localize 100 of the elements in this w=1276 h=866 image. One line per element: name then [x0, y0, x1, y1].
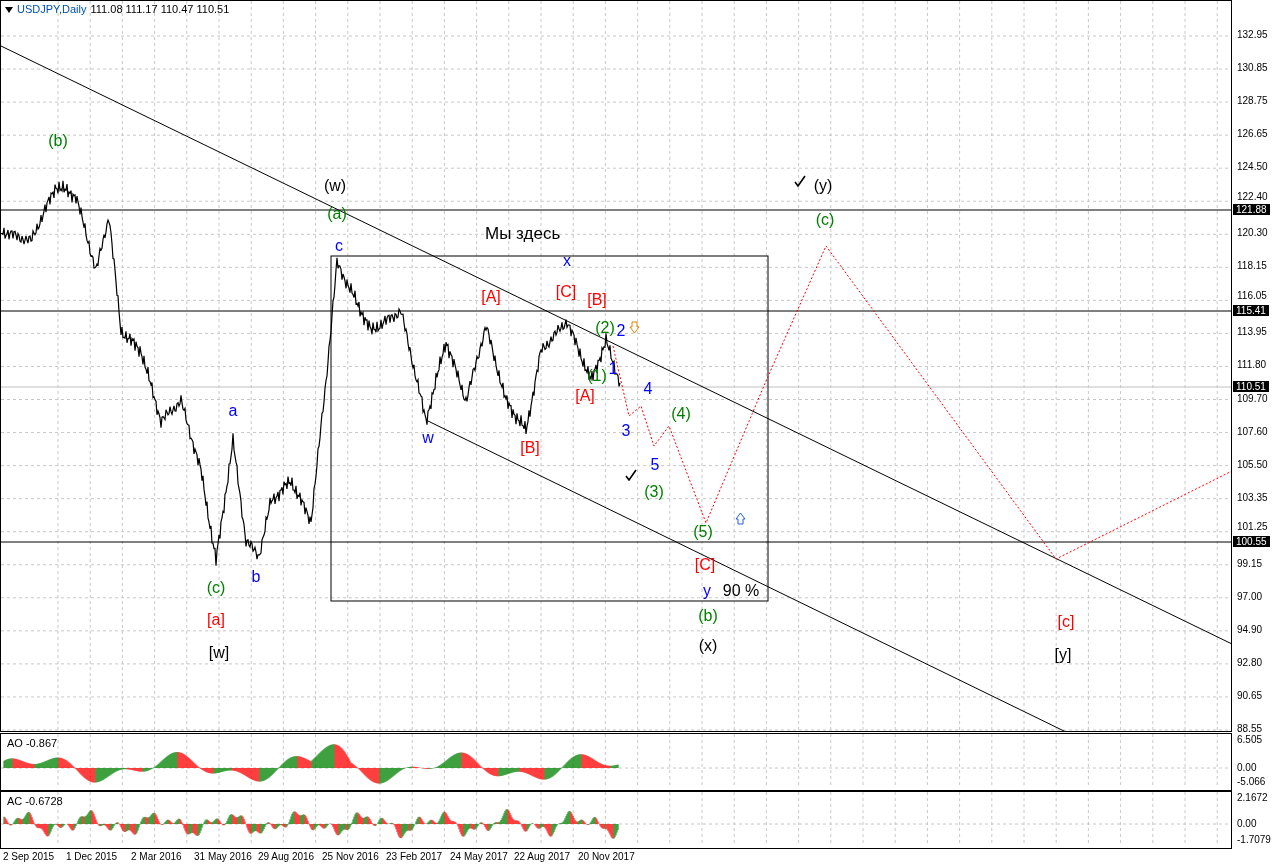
indicator-axis-label: 0.00: [1237, 763, 1257, 773]
indicator-axis-label: 0.00: [1237, 819, 1257, 829]
indicator-axis-label: 6.505: [1237, 735, 1263, 745]
annotation-text: Мы здесь: [485, 224, 561, 244]
grid-line: [89, 734, 91, 788]
price-tick-label: 101.25: [1237, 521, 1268, 532]
grid-line: [508, 792, 510, 846]
grid-line: [604, 734, 606, 788]
grid-line: [1087, 734, 1089, 788]
grid-line: [830, 792, 832, 846]
price-tick-label: 118.15: [1237, 261, 1267, 272]
indicator-axis-label: 2.1672: [1237, 793, 1268, 803]
price-tag: 100.55: [1233, 536, 1270, 547]
wave-label: x: [563, 252, 571, 270]
grid-line: [347, 792, 349, 846]
wave-label: [C]: [694, 556, 716, 574]
grid-line: [669, 792, 671, 846]
price-tick-label: 132.95: [1237, 30, 1268, 40]
time-tick-label: 29 Aug 2016: [258, 851, 315, 862]
grid-line: [894, 734, 896, 788]
grid-line: [121, 792, 123, 846]
grid-line: [1055, 734, 1057, 788]
grid-line: [121, 734, 123, 788]
grid-line: [1087, 792, 1089, 846]
time-tick-label: 20 Nov 2017: [578, 851, 635, 862]
price-tick-label: 111.80: [1237, 360, 1267, 371]
dropdown-triangle-icon[interactable]: [5, 6, 13, 13]
grid-line: [347, 734, 349, 788]
price-tick-label: 99.15: [1237, 558, 1263, 569]
wave-label: (4): [671, 405, 691, 423]
wave-label: (b): [698, 607, 718, 625]
wave-label: 2: [616, 322, 626, 340]
grid-line: [282, 792, 284, 846]
wave-label: [A]: [575, 387, 595, 405]
time-tick-label: 23 Feb 2017: [386, 851, 443, 862]
price-tick-label: 88.55: [1237, 724, 1263, 734]
wave-label: 3: [621, 422, 631, 440]
grid-line: [1055, 792, 1057, 846]
indicator-title: AO -0.867: [7, 737, 58, 749]
wave-label: (a): [327, 205, 347, 223]
time-tick-label: 31 May 2016: [194, 851, 252, 862]
grid-line: [315, 734, 317, 788]
grid-line: [894, 792, 896, 846]
grid-line: [798, 734, 800, 788]
wave-label: 90 %: [722, 582, 760, 600]
time-tick-label: 25 Nov 2016: [322, 851, 379, 862]
time-tick-label: 1 Dec 2015: [66, 851, 118, 862]
checkmark-icon: [625, 469, 637, 481]
grid-line: [959, 734, 961, 788]
time-tick-label: 2 Mar 2016: [131, 851, 182, 862]
grid-line: [669, 734, 671, 788]
grid-line: [186, 792, 188, 846]
grid-line: [572, 792, 574, 846]
grid-line: [765, 792, 767, 846]
wave-label: [y]: [1054, 646, 1072, 664]
price-tick-label: 109.70: [1237, 393, 1268, 404]
indicator-axis-label: -1.7079: [1237, 835, 1271, 845]
wave-label: (w): [323, 177, 347, 195]
grid-line: [154, 734, 156, 788]
indicator-title: AC -0.6728: [7, 795, 63, 807]
wave-label: (c): [815, 211, 835, 229]
wave-label: (3): [644, 483, 664, 501]
grid-line: [572, 734, 574, 788]
grid-line: [411, 792, 413, 846]
grid-line: [476, 792, 478, 846]
wave-label: 4: [643, 380, 653, 398]
checkmark-icon: [794, 175, 806, 187]
time-tick-label: 22 Aug 2017: [514, 851, 571, 862]
price-tick-label: 120.30: [1237, 228, 1268, 239]
price-tick-label: 94.90: [1237, 624, 1263, 635]
indicator-axis-label: -5.066: [1237, 777, 1266, 787]
wave-label: [c]: [1057, 613, 1075, 631]
grid-line: [637, 734, 639, 788]
price-tick-label: 126.65: [1237, 129, 1268, 140]
grid-line: [250, 734, 252, 788]
grid-line: [991, 792, 993, 846]
grid-line: [830, 734, 832, 788]
grid-line: [1152, 792, 1154, 846]
grid-line: [798, 792, 800, 846]
grid-line: [1216, 792, 1218, 846]
time-tick-label: 24 May 2017: [450, 851, 508, 862]
arrow-down-icon: [629, 321, 640, 334]
price-tick-label: 107.60: [1237, 426, 1268, 437]
grid-line: [926, 734, 928, 788]
grid-line: [765, 734, 767, 788]
grid-line: [379, 734, 381, 788]
grid-line: [250, 792, 252, 846]
price-tag: 115.41: [1233, 305, 1269, 316]
price-tick-label: 97.00: [1237, 591, 1263, 602]
wave-label: (x): [698, 637, 718, 655]
chart-symbol: USDJPY,Daily: [17, 3, 87, 16]
grid-line: [89, 792, 91, 846]
grid-line: [733, 792, 735, 846]
grid-line: [637, 792, 639, 846]
wave-label: [B]: [587, 291, 607, 309]
price-tick-label: 92.80: [1237, 657, 1263, 668]
grid-line: [315, 792, 317, 846]
grid-line: [282, 734, 284, 788]
wave-label: (c): [206, 579, 226, 597]
grid-line: [926, 792, 928, 846]
